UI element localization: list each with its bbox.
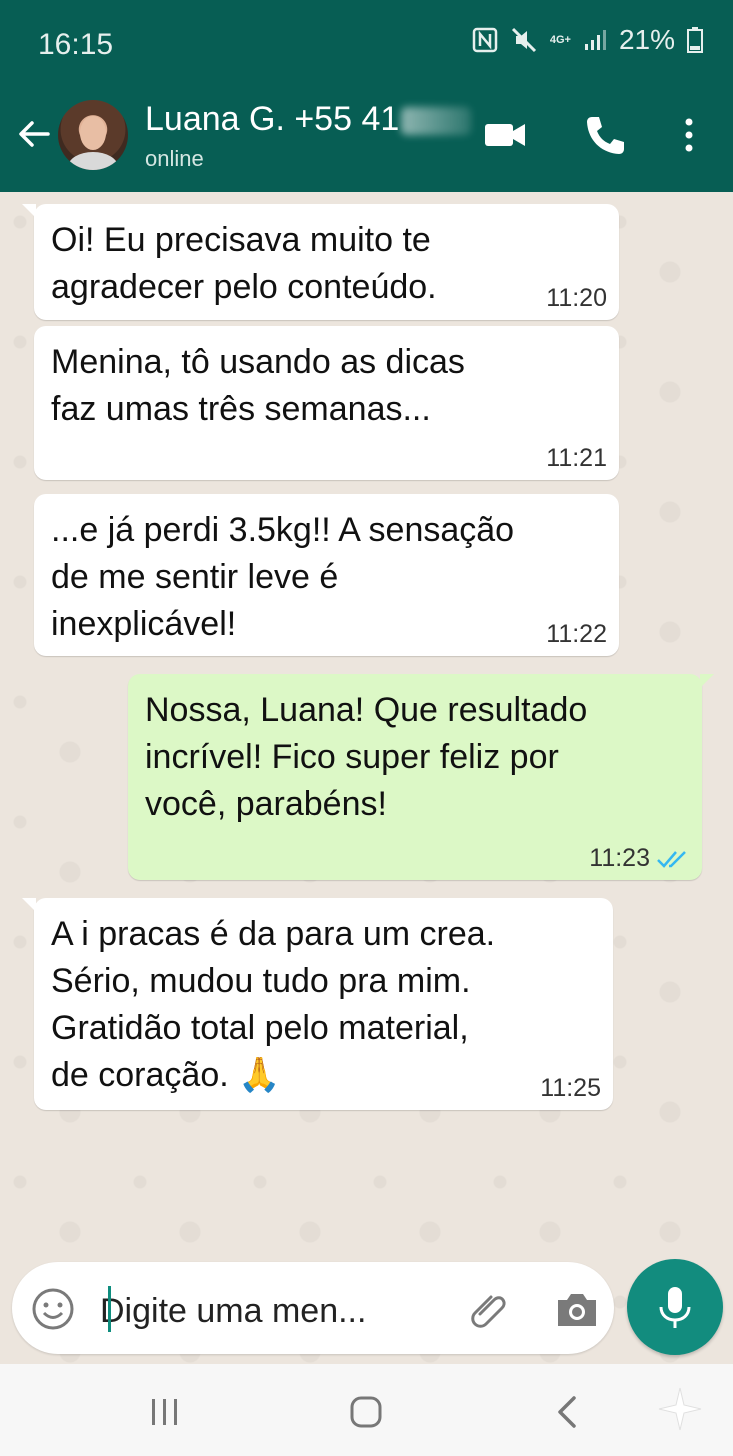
message-text: ...e já perdi 3.5kg!! A sensação de me s… xyxy=(51,511,515,643)
mute-icon xyxy=(511,27,536,53)
message-time: 11:23 xyxy=(589,844,650,872)
recent-apps-icon[interactable] xyxy=(145,1392,185,1432)
message-incoming[interactable]: Oi! Eu precisava muito te agradecer pelo… xyxy=(22,204,619,320)
message-outgoing[interactable]: Nossa, Luana! Que resultado incrível! Fi… xyxy=(128,674,714,880)
chat-header: Luana G. +55 41 online xyxy=(0,78,733,192)
contact-name[interactable]: Luana G. +55 41 xyxy=(145,100,472,139)
nfc-icon xyxy=(472,27,498,53)
system-nav-bar xyxy=(0,1364,733,1456)
status-time: 16:15 xyxy=(38,28,114,61)
camera-icon[interactable] xyxy=(552,1286,602,1332)
message-composer xyxy=(12,1262,614,1354)
read-ticks-icon xyxy=(657,851,686,869)
message-incoming[interactable]: A i pracas é da para um crea. Sério, mud… xyxy=(22,898,613,1110)
contact-avatar[interactable] xyxy=(58,100,128,170)
network-type: 4G+ xyxy=(549,33,571,46)
video-call-icon[interactable] xyxy=(482,112,528,158)
status-bar: 16:15 4G+ 21% xyxy=(0,0,733,78)
bubble-tail xyxy=(22,204,36,218)
chat-area[interactable]: Oi! Eu precisava muito te agradecer pelo… xyxy=(0,192,733,1364)
back-nav-icon[interactable] xyxy=(548,1392,588,1432)
home-icon[interactable] xyxy=(346,1392,386,1432)
back-arrow-icon[interactable] xyxy=(14,114,54,154)
battery-icon xyxy=(687,27,703,53)
message-text: Nossa, Luana! Que resultado incrível! Fi… xyxy=(145,691,588,823)
message-text: Oi! Eu precisava muito te agradecer pelo… xyxy=(51,221,437,306)
message-incoming[interactable]: Menina, tô usando as dicas faz umas três… xyxy=(34,326,619,480)
signal-icon xyxy=(584,30,606,50)
message-time-row: 11:23 xyxy=(589,844,690,872)
status-icons: 4G+ 21% xyxy=(472,24,703,56)
message-time: 11:22 xyxy=(546,620,607,648)
microphone-button[interactable] xyxy=(627,1259,723,1355)
blurred-phone-digits xyxy=(401,107,472,136)
avatar-face xyxy=(80,116,106,150)
message-text: A i pracas é da para um crea. Sério, mud… xyxy=(51,915,496,1094)
message-time: 11:20 xyxy=(546,284,607,312)
microphone-icon xyxy=(659,1287,691,1328)
contact-name-text: Luana G. +55 41 xyxy=(145,100,400,138)
text-caret xyxy=(108,1286,111,1332)
phone-icon[interactable] xyxy=(582,112,628,158)
message-incoming[interactable]: ...e já perdi 3.5kg!! A sensação de me s… xyxy=(34,494,619,656)
message-time: 11:21 xyxy=(546,444,607,472)
message-text: Menina, tô usando as dicas faz umas três… xyxy=(51,343,465,428)
bubble-tail xyxy=(700,674,714,688)
bubble-tail xyxy=(22,898,36,912)
contact-status: online xyxy=(145,146,204,171)
avatar-shirt xyxy=(68,152,118,170)
message-time: 11:25 xyxy=(540,1074,601,1102)
more-options-icon[interactable] xyxy=(666,112,712,158)
message-input[interactable] xyxy=(98,1288,432,1334)
emoji-icon[interactable] xyxy=(30,1286,76,1332)
sparkle-icon xyxy=(658,1387,702,1431)
battery-percent: 21% xyxy=(618,24,675,55)
attach-icon[interactable] xyxy=(466,1286,512,1332)
